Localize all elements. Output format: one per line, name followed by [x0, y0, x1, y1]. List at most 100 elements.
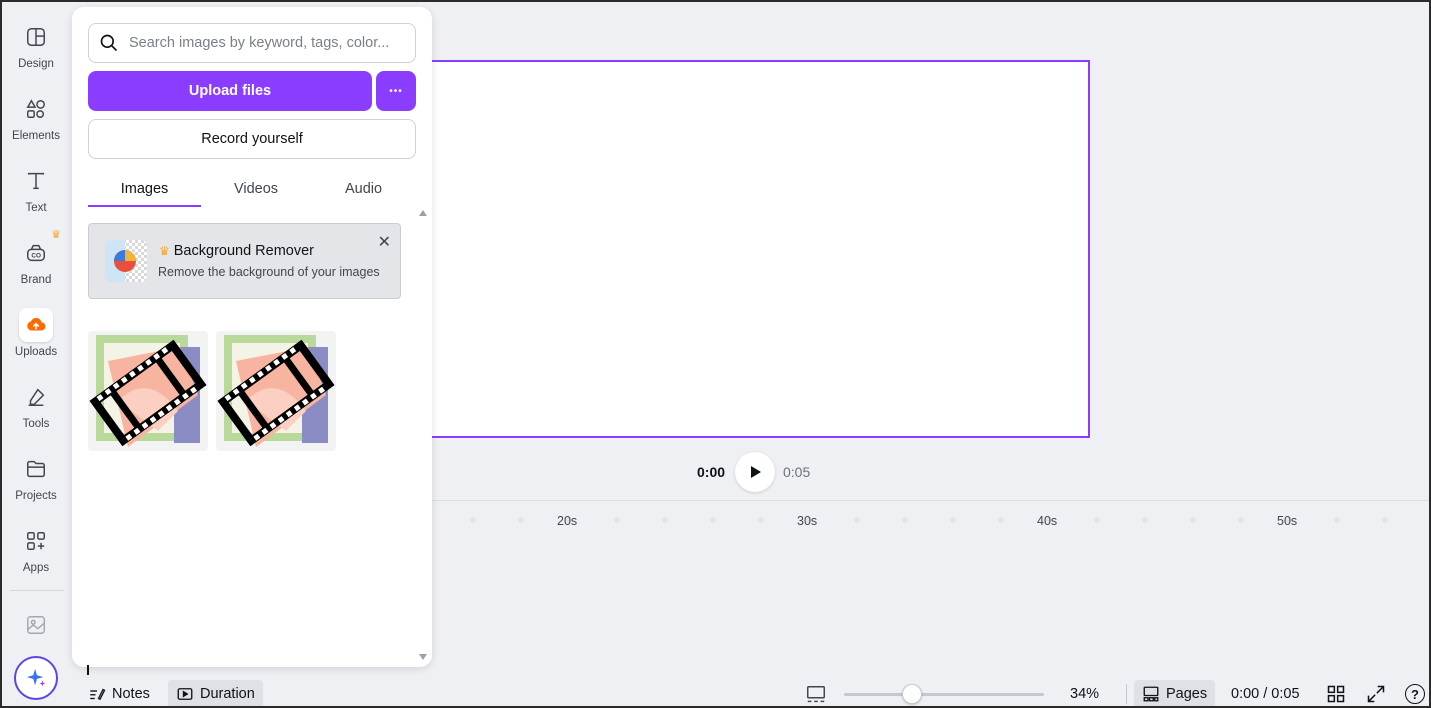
tab-images[interactable]: Images: [88, 171, 201, 207]
timeline-tick: 30s: [797, 514, 818, 528]
timeline-marker: [998, 517, 1004, 523]
timeline-marker: [662, 517, 668, 523]
video-clip-icon: [217, 335, 335, 447]
timeline-tick: 20s: [557, 514, 578, 528]
timeline-marker: [1382, 517, 1388, 523]
rail-item-brand[interactable]: CO ♛ Brand: [2, 229, 70, 300]
elements-icon: [19, 92, 53, 126]
timeline-marker: [518, 517, 524, 523]
rail-label-brand: Brand: [20, 274, 52, 286]
rail-label-design: Design: [18, 58, 54, 70]
timeline-playhead: [87, 665, 89, 675]
help-icon: ?: [1411, 686, 1419, 702]
rail-label-uploads: Uploads: [14, 346, 58, 358]
notes-label: Notes: [112, 686, 150, 702]
rail-item-design[interactable]: Design: [2, 20, 70, 84]
record-yourself-button[interactable]: Record yourself: [88, 119, 416, 159]
background-remover-promo[interactable]: ♛ Background Remover Remove the backgrou…: [88, 223, 401, 299]
timeline-marker: [902, 517, 908, 523]
pages-icon: [1143, 686, 1159, 702]
scroll-down-arrow-icon[interactable]: [419, 654, 427, 660]
brand-icon: CO ♛: [19, 229, 61, 270]
rail-label-text: Text: [25, 202, 47, 214]
timeline-marker: [1334, 517, 1340, 523]
timeline-marker: [1238, 517, 1244, 523]
projects-icon: [19, 452, 53, 486]
current-time: 0:00: [697, 464, 726, 480]
duration-icon: [177, 688, 193, 700]
rail-item-text[interactable]: Text: [2, 164, 70, 228]
rail-item-apps[interactable]: Apps: [2, 524, 70, 588]
design-icon: [19, 20, 53, 54]
rail-label-elements: Elements: [12, 130, 60, 142]
image-edit-icon[interactable]: [25, 614, 47, 641]
zoom-value: 34%: [1070, 686, 1100, 702]
magic-assistant-button[interactable]: [14, 656, 58, 700]
time-readout: 0:00 / 0:05: [1231, 680, 1300, 708]
timeline-marker: [1142, 517, 1148, 523]
time-readout-text: 0:00 / 0:05: [1231, 686, 1300, 702]
svg-text:CO: CO: [31, 253, 41, 260]
grid-view-icon[interactable]: [1326, 684, 1346, 708]
crown-icon: ♛: [51, 229, 61, 241]
tab-audio[interactable]: Audio: [311, 171, 416, 207]
tab-videos[interactable]: Videos: [201, 171, 311, 207]
rail-item-elements[interactable]: Elements: [2, 92, 70, 156]
promo-description: Remove the background of your images: [158, 265, 380, 279]
apps-icon: [19, 524, 53, 558]
background-remover-icon: [105, 240, 147, 282]
promo-title-text: Background Remover: [173, 243, 315, 259]
timeline-marker: [1190, 517, 1196, 523]
rail-label-projects: Projects: [15, 490, 57, 502]
video-clip-icon: [89, 335, 207, 447]
notes-button[interactable]: Notes: [88, 680, 150, 708]
crown-icon: ♛: [159, 244, 170, 258]
page-view-icon[interactable]: [805, 684, 827, 708]
playback-controls: 0:00 0:05: [697, 452, 810, 492]
duration-label: Duration: [200, 686, 255, 702]
timeline-marker: [1094, 517, 1100, 523]
more-options-button[interactable]: •••: [376, 71, 416, 111]
timeline-tick: 40s: [1037, 514, 1058, 528]
search-icon: [100, 34, 118, 52]
total-time: 0:05: [783, 464, 811, 480]
rail-item-projects[interactable]: Projects: [2, 452, 70, 516]
sparkle-icon: [26, 668, 46, 687]
text-icon: [19, 164, 53, 198]
media-tabs: Images Videos Audio: [88, 171, 416, 207]
zoom-level[interactable]: 34%: [1070, 680, 1099, 708]
timeline-marker: [614, 517, 620, 523]
zoom-slider-handle[interactable]: [902, 684, 922, 704]
rail-item-uploads[interactable]: Uploads: [2, 308, 70, 372]
timeline-marker: [710, 517, 716, 523]
ellipsis-icon: •••: [389, 85, 403, 97]
rail-label-apps: Apps: [22, 562, 50, 574]
rail-divider: [10, 590, 64, 591]
upload-files-button[interactable]: Upload files: [88, 71, 372, 111]
close-icon[interactable]: ✕: [378, 232, 391, 252]
scroll-up-arrow-icon[interactable]: [419, 210, 427, 216]
uploaded-image-thumbnail[interactable]: [216, 331, 336, 451]
zoom-slider[interactable]: [844, 684, 1044, 704]
timeline-divider: [432, 500, 1429, 501]
timeline-marker: [854, 517, 860, 523]
duration-button[interactable]: Duration: [168, 680, 263, 708]
rail-item-tools[interactable]: Tools: [2, 380, 70, 444]
pages-button[interactable]: Pages: [1134, 680, 1216, 708]
help-button[interactable]: ?: [1405, 684, 1425, 704]
play-button[interactable]: [735, 452, 775, 492]
timeline-tick: 50s: [1277, 514, 1298, 528]
notes-icon: [90, 688, 106, 701]
fullscreen-icon[interactable]: [1366, 684, 1386, 708]
tools-icon: [19, 380, 53, 414]
play-icon: [751, 466, 761, 478]
side-rail: Design Elements Text CO ♛ Brand Uploads …: [2, 2, 70, 706]
timeline-marker: [470, 517, 476, 523]
promo-title: ♛ Background Remover: [159, 243, 314, 259]
uploaded-image-thumbnail[interactable]: [88, 331, 208, 451]
search-box[interactable]: [88, 23, 416, 63]
pages-label: Pages: [1166, 686, 1208, 702]
timeline-marker: [758, 517, 764, 523]
design-canvas[interactable]: [420, 60, 1090, 438]
search-input[interactable]: [129, 35, 409, 51]
